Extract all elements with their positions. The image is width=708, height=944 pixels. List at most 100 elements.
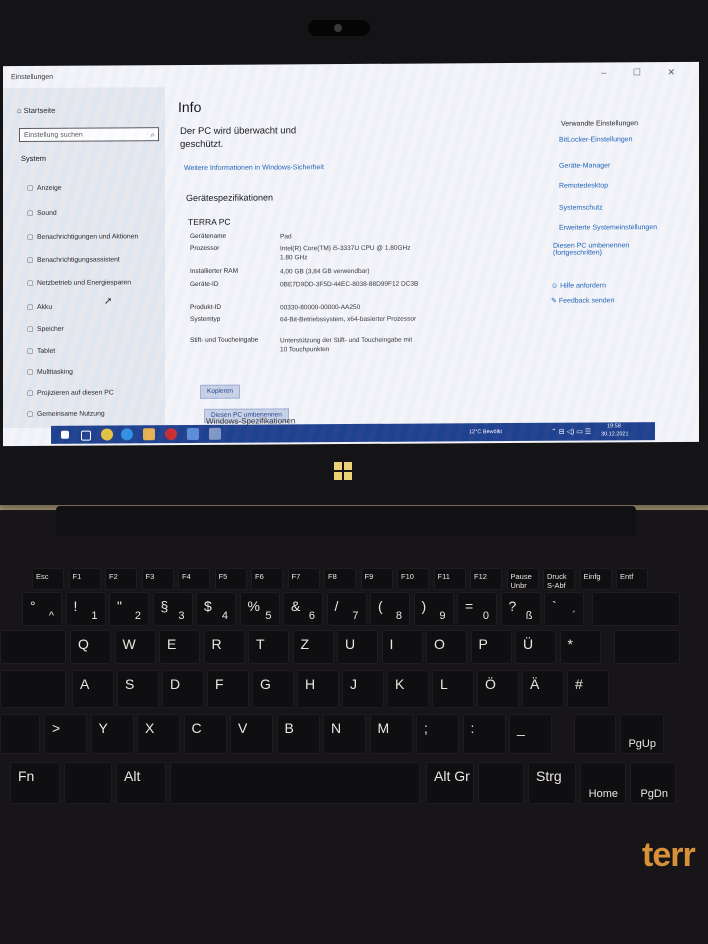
windows-key[interactable] — [64, 762, 112, 804]
key-number-3[interactable]: § 3 — [152, 592, 193, 626]
key-q[interactable]: Q — [70, 630, 111, 664]
left-shift-key[interactable] — [0, 714, 40, 754]
key-p[interactable]: P — [470, 630, 512, 664]
key-k[interactable]: K — [387, 670, 429, 708]
key-ü[interactable]: Ü — [515, 630, 556, 664]
key-row4-3[interactable]: C — [183, 714, 227, 754]
key-*[interactable]: * — [559, 630, 601, 664]
tab-key[interactable] — [0, 630, 66, 664]
key-number-5[interactable]: % 5 — [239, 592, 280, 626]
key-f2[interactable]: F2 — [105, 568, 137, 590]
key-row4-1[interactable]: Y — [90, 714, 134, 754]
key-row4-6[interactable]: N — [323, 714, 366, 754]
key-number-8[interactable]: (8 — [370, 592, 410, 626]
help-link[interactable]: ☺ Hilfe anfordern — [551, 282, 606, 289]
clock-time[interactable]: 19:58 — [607, 423, 621, 429]
key-g[interactable]: G — [252, 670, 294, 708]
related-link[interactable]: Systemschutz — [559, 204, 603, 211]
sidebar-item-projizieren[interactable]: ▢ Projizieren auf diesen PC — [27, 388, 114, 397]
key-f1[interactable]: F1 — [68, 568, 101, 590]
key-o[interactable]: O — [426, 630, 467, 664]
strg-key[interactable]: Strg — [528, 762, 576, 804]
key-row4-0[interactable]: > — [44, 714, 87, 754]
chrome-icon[interactable] — [101, 428, 113, 441]
task-view-icon[interactable] — [81, 430, 91, 441]
copy-button[interactable]: Kopieren — [200, 384, 241, 399]
key-w[interactable]: W — [114, 630, 156, 664]
sidebar-item-benachrichtigungen[interactable]: ▢ Benachrichtigungen und Aktionen — [27, 232, 138, 241]
key-ö[interactable]: Ö — [477, 670, 519, 708]
security-link[interactable]: Weitere Informationen in Windows-Sicherh… — [184, 164, 324, 172]
key-f8[interactable]: F8 — [324, 568, 356, 590]
key-i[interactable]: I — [381, 630, 423, 664]
key-a[interactable]: A — [72, 670, 114, 708]
window-controls[interactable]: – ☐ ✕ — [601, 67, 687, 79]
tray-icons[interactable]: ⌃ ⊟ ◁) ▭ ☰ — [551, 428, 591, 436]
key-f11[interactable]: F11 — [433, 568, 466, 590]
home-key[interactable]: Home — [580, 762, 626, 804]
key-number-6[interactable]: & 6 — [283, 592, 323, 626]
key-einfg[interactable]: Einfg — [579, 568, 612, 590]
key-row4-9[interactable]: : — [462, 714, 506, 754]
key-#[interactable]: # — [567, 670, 609, 708]
key-l[interactable]: L — [432, 670, 474, 708]
key-number-7[interactable]: /7 — [326, 592, 367, 626]
sidebar-item-netzbetrieb[interactable]: ▢ Netzbetrieb und Energiesparen — [27, 278, 131, 287]
enter-key[interactable] — [614, 630, 680, 664]
key-number-0[interactable]: ° ^ — [22, 592, 62, 626]
key-entf[interactable]: Entf — [616, 568, 648, 590]
key-e[interactable]: E — [159, 630, 200, 664]
sidebar-item-multitasking[interactable]: ▢ Multitasking — [27, 368, 73, 376]
related-link[interactable]: Diesen PC umbenennen (fortgeschritten) — [553, 242, 643, 256]
key-row4-7[interactable]: M — [369, 714, 413, 754]
key-number-10[interactable]: = 0 — [457, 592, 497, 626]
key-t[interactable]: T — [248, 630, 289, 664]
key-druck-s-abf[interactable]: Druck S-Abf — [543, 568, 575, 590]
opera-icon[interactable] — [165, 428, 177, 441]
key-f3[interactable]: F3 — [141, 568, 174, 590]
menu-key[interactable] — [478, 762, 524, 804]
store-icon[interactable] — [187, 427, 199, 441]
search-input[interactable]: Einstellung suchen ⌕ — [19, 127, 159, 143]
key-f9[interactable]: F9 — [360, 568, 393, 590]
key-r[interactable]: R — [203, 630, 245, 664]
edge-icon[interactable] — [121, 428, 133, 441]
key-row4-10[interactable]: _ — [509, 714, 552, 754]
sidebar-item-gemeinsame[interactable]: ▢ Gemeinsame Nutzung — [27, 410, 105, 418]
key-f4[interactable]: F4 — [178, 568, 210, 590]
key-esc[interactable]: Esc — [32, 568, 64, 590]
related-link[interactable]: Geräte-Manager — [559, 162, 610, 169]
key-number-2[interactable]: " 2 — [109, 592, 149, 626]
fn-key[interactable]: Fn — [10, 762, 60, 804]
explorer-icon[interactable] — [143, 428, 155, 441]
key-j[interactable]: J — [342, 670, 384, 708]
key-f5[interactable]: F5 — [214, 568, 247, 590]
key-ä[interactable]: Ä — [522, 670, 564, 708]
pgdn-key[interactable]: PgDn — [630, 762, 676, 804]
key-row4-2[interactable]: X — [137, 714, 180, 754]
altgr-key[interactable]: Alt Gr — [426, 762, 474, 804]
key-f10[interactable]: F10 — [397, 568, 429, 590]
related-link[interactable]: BitLocker-Einstellungen — [559, 136, 633, 143]
start-icon[interactable] — [61, 430, 69, 439]
key-u[interactable]: U — [337, 630, 378, 664]
caps-lock-key[interactable] — [0, 670, 66, 708]
settings-gear-icon[interactable] — [209, 427, 221, 440]
clock-date[interactable]: 30.12.2021 — [601, 431, 629, 437]
feedback-link[interactable]: ✎ Feedback senden — [551, 296, 614, 304]
key-f12[interactable]: F12 — [470, 568, 502, 590]
sidebar-item-speicher[interactable]: ▢ Speicher — [27, 325, 64, 333]
sidebar-item-anzeige[interactable]: ▢ Anzeige — [27, 184, 62, 192]
key-number-1[interactable]: ! 1 — [65, 592, 106, 626]
key-number-11[interactable]: ? ß — [500, 592, 541, 626]
key-number-9[interactable]: ) 9 — [413, 592, 454, 626]
shift-up-key[interactable] — [574, 714, 616, 754]
key-row4-5[interactable]: B — [276, 714, 320, 754]
related-link[interactable]: Erweiterte Systemeinstellungen — [559, 224, 657, 232]
key-number-4[interactable]: $4 — [196, 592, 236, 626]
weather-widget[interactable]: 12°C Bewölkt — [469, 429, 502, 435]
key-d[interactable]: D — [162, 670, 204, 708]
sidebar-item-sound[interactable]: ▢ Sound — [27, 209, 57, 217]
related-link[interactable]: Remotedesktop — [559, 182, 608, 189]
sidebar-item-benachrichtigungsassistent[interactable]: ▢ Benachrichtigungsassistent — [27, 255, 120, 264]
